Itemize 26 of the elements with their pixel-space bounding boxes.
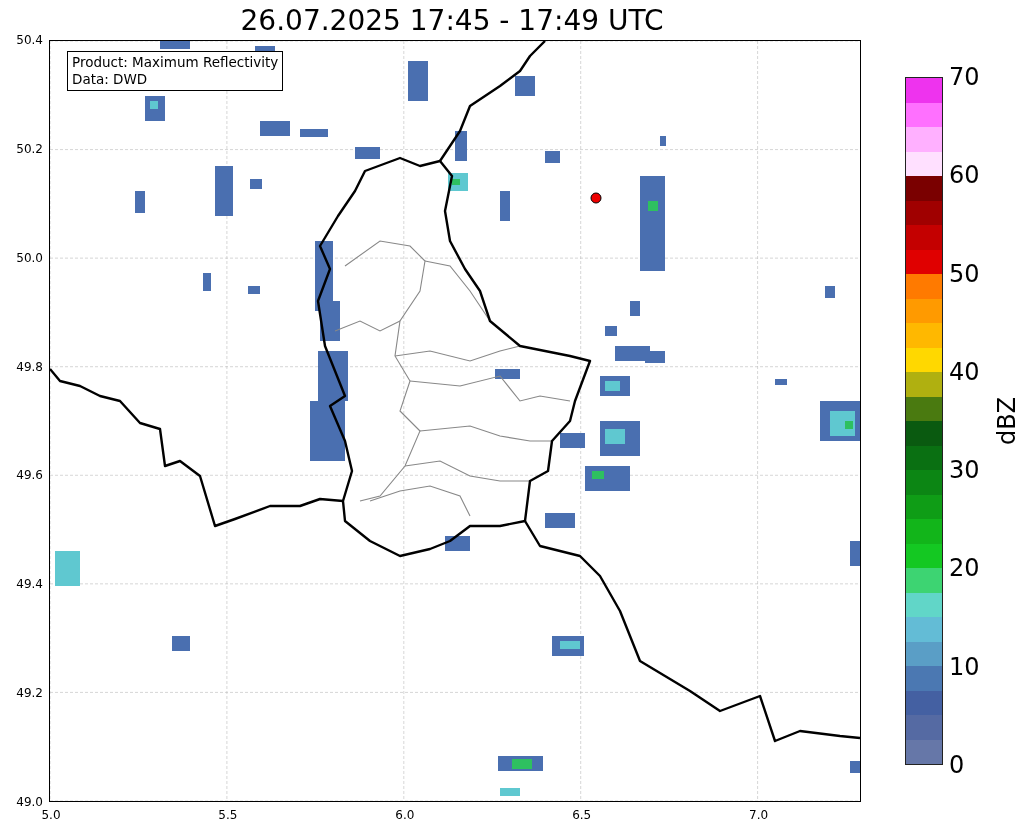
colorbar-tick-label: 70 [949, 65, 980, 89]
x-tick-label: 7.0 [749, 808, 769, 822]
colorbar-tick-label: 30 [949, 458, 980, 483]
y-tick-label: 50.0 [16, 250, 43, 265]
colorbar-tick-label: 10 [949, 654, 980, 679]
y-tick-label: 50.4 [16, 33, 43, 47]
y-tick-label: 50.2 [16, 141, 43, 156]
colorbar-tick-label: 40 [949, 359, 980, 384]
legend-text: Product: Maximum Reflectivity [72, 54, 279, 71]
x-tick-label: 6.0 [395, 808, 415, 822]
x-tick-label: 5.0 [41, 808, 61, 822]
x-tick-label: 5.5 [218, 808, 238, 822]
y-tick-label: 49.2 [16, 686, 43, 701]
x-tick-label: 6.5 [572, 808, 592, 822]
colorbar-tick-label: 50 [949, 261, 980, 286]
colorbar-label: dBZ [993, 396, 1022, 446]
colorbar-tick-label: 0 [949, 753, 965, 777]
y-tick-label: 49.4 [16, 577, 43, 592]
colorbar-tick-label: 60 [949, 163, 980, 188]
y-tick-label: 49.0 [16, 795, 43, 809]
colorbar-tick-label: 20 [949, 556, 980, 581]
y-tick-label: 49.8 [16, 359, 43, 374]
chart-title: 26.07.2025 17:45 - 17:49 UTC [240, 3, 664, 37]
y-tick-label: 49.6 [16, 468, 43, 483]
legend-text: Data: DWD [72, 71, 149, 88]
location-marker [590, 192, 602, 204]
